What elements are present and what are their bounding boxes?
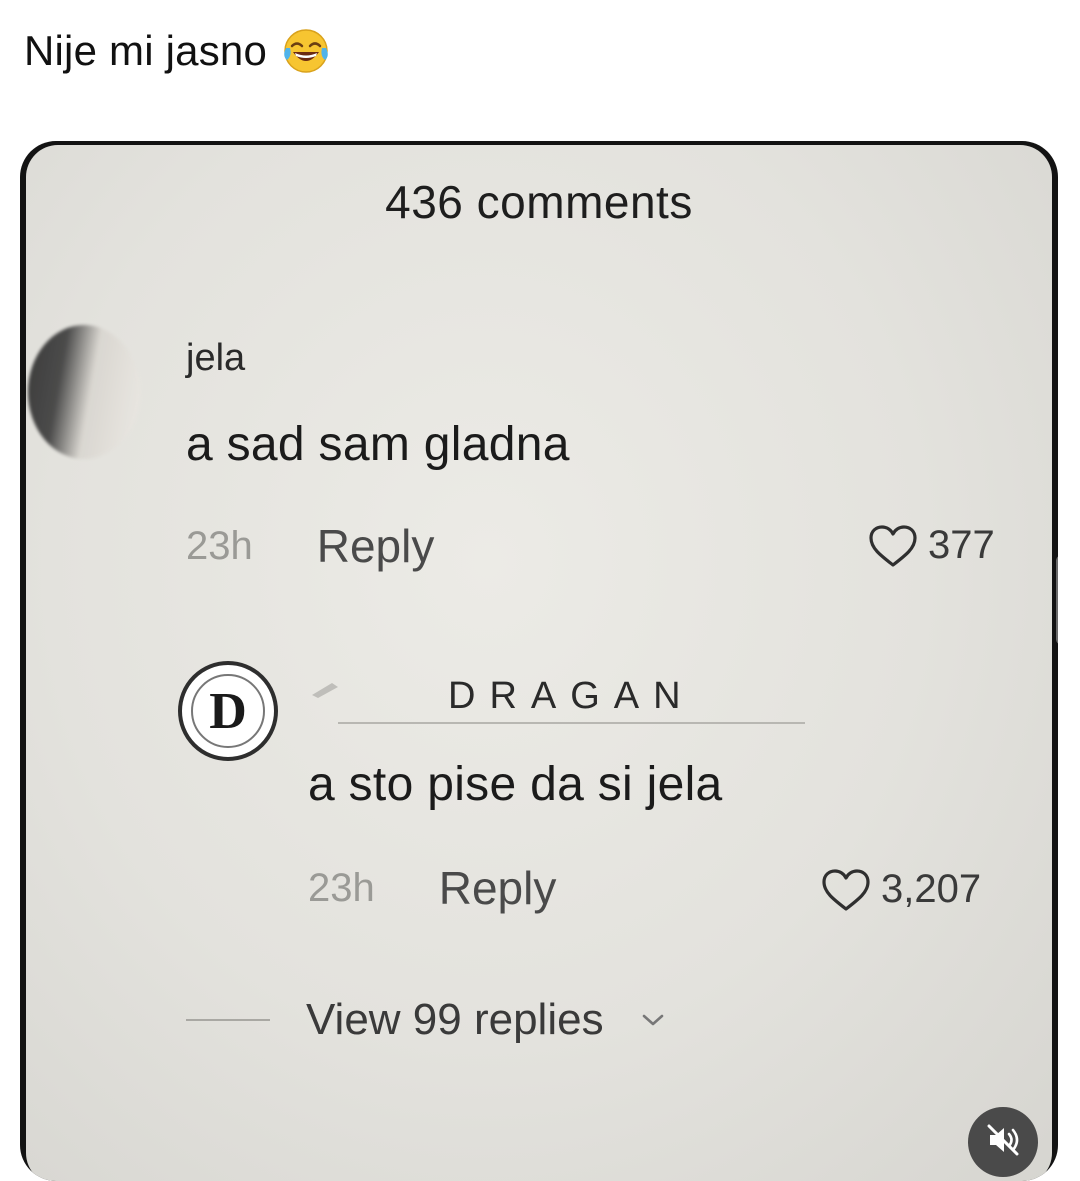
- comment-text: a sto pise da si jela: [308, 758, 723, 811]
- comment-meta: 23h Reply: [186, 519, 434, 573]
- view-replies-label: View 99 replies: [306, 995, 604, 1044]
- comment-text: a sad sam gladna: [186, 418, 570, 471]
- reply-button[interactable]: Reply: [439, 861, 557, 915]
- speaker-muted-icon: [984, 1121, 1022, 1164]
- mute-button[interactable]: [968, 1107, 1038, 1177]
- caption-text: Nije mi jasno: [24, 27, 268, 74]
- like-button[interactable]: 377: [868, 523, 995, 568]
- view-replies-button[interactable]: View 99 replies: [186, 995, 666, 1045]
- chevron-down-icon: [640, 1012, 666, 1028]
- replies-divider: [186, 1019, 270, 1021]
- avatar-dragan: D: [178, 661, 278, 761]
- comments-count: 436 comments: [385, 176, 693, 228]
- like-count: 3,207: [881, 867, 982, 911]
- like-count: 377: [928, 523, 995, 567]
- heart-outline-icon: [868, 524, 918, 568]
- reply-button[interactable]: Reply: [317, 519, 435, 573]
- heart-outline-icon: [821, 868, 871, 912]
- username-dragan: DRAGAN: [448, 675, 695, 717]
- comment-meta: 23h Reply: [308, 861, 556, 915]
- side-edge: [1056, 555, 1058, 645]
- embedded-photo: 436 comments jela a sad sam gladna 23h R…: [20, 141, 1058, 1181]
- avatar-jela: [28, 325, 140, 459]
- comment-time: 23h: [308, 865, 375, 910]
- post-caption: Nije mi jasno: [24, 26, 331, 76]
- avatar-ring: [191, 674, 265, 748]
- photographed-screen: 436 comments jela a sad sam gladna 23h R…: [26, 145, 1058, 1181]
- laughing-tears-emoji-icon: [281, 26, 331, 76]
- comment-username: jela: [186, 337, 246, 379]
- comment-time: 23h: [186, 523, 253, 568]
- comment-username: DRAGAN: [338, 675, 805, 724]
- like-button[interactable]: 3,207: [821, 867, 981, 912]
